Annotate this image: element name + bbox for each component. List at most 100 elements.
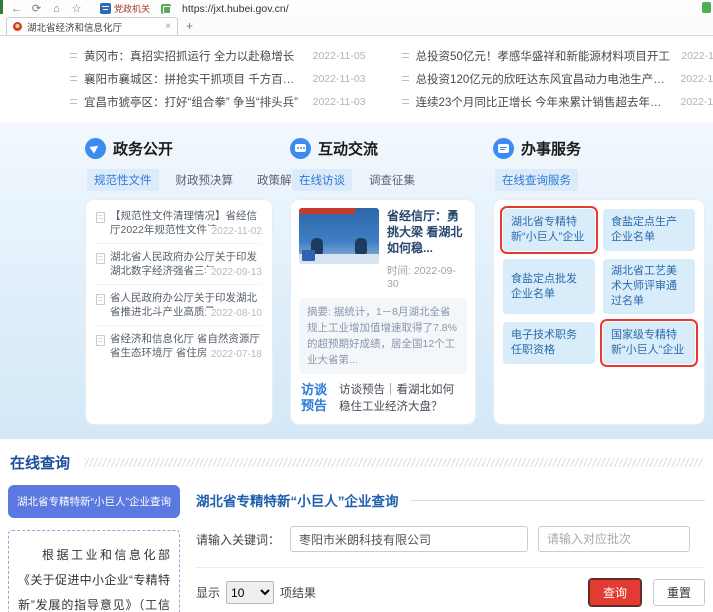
gov-badge-icon	[100, 3, 111, 14]
news-title[interactable]: 宜昌市猇亭区：打好“组合拳” 争当“排头兵”	[84, 94, 303, 110]
tab-survey-collection[interactable]: 调查征集	[362, 169, 422, 191]
gov-site-badge[interactable]: 党政机关	[100, 2, 150, 15]
section-services: 办事服务 在线查询服务 湖北省专精特新“小巨人”企业 食盐定点生产企业名单 食盐…	[493, 135, 705, 425]
list-bullet-icon	[70, 53, 77, 58]
back-icon[interactable]: ←	[10, 3, 23, 15]
document-item[interactable]: 【规范性文件清理情况】省经信厅2022年规范性文件清... 2022-11-02	[96, 203, 262, 244]
document-icon	[96, 212, 105, 223]
service-craft-master-list[interactable]: 湖北省工艺美术大师评审通过名单	[603, 259, 695, 314]
document-icon	[96, 294, 105, 305]
interview-summary: 摘要: 据统计，1－8月湖北全省规上工业增加值增速取得了7.8%的超预期好成绩，…	[299, 298, 467, 374]
length-prefix-label: 显示	[196, 584, 220, 601]
query-page-title: 湖北省专精特新“小巨人”企业查询	[196, 490, 399, 510]
service-buttons-card: 湖北省专精特新“小巨人”企业 食盐定点生产企业名单 食盐定点批发企业名单 湖北省…	[493, 199, 705, 425]
service-electronic-tech-qualification[interactable]: 电子技术职务任职资格	[503, 322, 595, 364]
url-bar[interactable]: https://jxt.hubei.gov.cn/	[182, 3, 289, 15]
tab-online-interview[interactable]: 在线访谈	[292, 169, 352, 191]
hatch-divider	[84, 458, 703, 467]
browser-tab[interactable]: 湖北省经济和信息化厅 ×	[6, 17, 178, 35]
online-query-body: 湖北省专精特新“小巨人”企业查询 根据工业和信息化部《关于促进中小企业“专精特新…	[0, 481, 713, 612]
new-tab-button[interactable]: +	[186, 19, 193, 35]
gov-disclosure-tabs: 规范性文件 财政预决算 政策解读	[87, 169, 273, 191]
tab-close-icon[interactable]: ×	[165, 21, 171, 32]
refresh-icon[interactable]: ⟳	[30, 2, 43, 15]
document-icon	[96, 253, 105, 264]
section-interaction: 互动交流 在线访谈 调查征集 省经信厅：勇挑大梁 看湖北如何稳... 时间: 2…	[290, 135, 476, 425]
news-item[interactable]: 总投资120亿元的欣旺达东风宜昌动力电池生产基地项... 2022-10-30	[402, 67, 713, 90]
news-item[interactable]: 宜昌市猇亭区：打好“组合拳” 争当“排头兵” 2022-11-03	[70, 90, 366, 113]
news-date: 2022-11-03	[681, 50, 713, 62]
services-tabs: 在线查询服务	[495, 169, 705, 191]
query-main: 湖北省专精特新“小巨人”企业查询 请输入关键词： 显示 10 项结果 查询 重置…	[196, 485, 705, 612]
channel-logo	[302, 250, 315, 261]
browser-tab-bar: 湖北省经济和信息化厅 × +	[0, 17, 713, 36]
tab-title: 湖北省经济和信息化厅	[27, 20, 160, 34]
list-bullet-icon	[70, 99, 77, 104]
tab-online-query-services[interactable]: 在线查询服务	[495, 169, 578, 191]
gov-badge-label: 党政机关	[114, 2, 150, 15]
news-item[interactable]: 总投资50亿元！孝感华盛祥和新能源材料项目开工 2022-11-03	[402, 44, 713, 67]
bookmark-star-icon[interactable]: ☆	[70, 2, 83, 15]
page-length-select[interactable]: 10	[226, 581, 274, 604]
news-item[interactable]: 黄冈市：真招实招抓运行 全力以赴稳增长 2022-11-05	[70, 44, 366, 67]
service-hubei-little-giant[interactable]: 湖北省专精特新“小巨人”企业	[503, 209, 595, 251]
reset-button[interactable]: 重置	[653, 579, 705, 606]
news-title[interactable]: 总投资50亿元！孝感华盛祥和新能源材料项目开工	[416, 48, 672, 64]
form-divider	[196, 567, 705, 568]
news-date: 2022-10-25	[680, 96, 713, 108]
site-favicon	[13, 22, 22, 31]
browser-toolbar: ← ⟳ ⌂ ☆ 党政机关 https://jxt.hubei.gov.cn/	[0, 0, 713, 17]
chat-bubble-icon	[290, 138, 311, 159]
portal-sections-panel: 政务公开 规范性文件 财政预决算 政策解读 【规范性文件清理情况】省经信厅202…	[0, 123, 713, 439]
service-card-icon	[493, 138, 514, 159]
home-icon[interactable]: ⌂	[50, 3, 63, 15]
document-list-card: 【规范性文件清理情况】省经信厅2022年规范性文件清... 2022-11-02…	[85, 199, 273, 425]
preview-badge: 访谈预告	[301, 382, 330, 416]
news-item[interactable]: 襄阳市襄城区：拼抢实干抓项目 千方百计稳增长 2022-11-03	[70, 67, 366, 90]
news-title[interactable]: 襄阳市襄城区：拼抢实干抓项目 千方百计稳增长	[84, 71, 303, 87]
search-button[interactable]: 查询	[589, 579, 641, 606]
section-title: 互动交流	[318, 138, 378, 159]
news-list: 黄冈市：真招实招抓运行 全力以赴稳增长 2022-11-05 襄阳市襄城区：拼抢…	[0, 36, 713, 123]
section-gov-disclosure: 政务公开 规范性文件 财政预决算 政策解读 【规范性文件清理情况】省经信厅202…	[85, 135, 273, 425]
paper-plane-icon	[85, 138, 106, 159]
document-item[interactable]: 省人民政府办公厅关于印发湖北省推进北斗产业高质量... 2022-08-10	[96, 285, 262, 326]
query-form: 请输入关键词：	[196, 526, 705, 552]
news-title[interactable]: 总投资120亿元的欣旺达东风宜昌动力电池生产基地项...	[416, 71, 671, 87]
service-salt-wholesale-list[interactable]: 食盐定点批发企业名单	[503, 259, 595, 314]
news-title[interactable]: 黄冈市：真招实招抓运行 全力以赴稳增长	[84, 48, 303, 64]
online-query-header: 在线查询	[0, 439, 713, 481]
preview-link[interactable]: 访谈预告｜看湖北如何稳住工业经济大盘？	[339, 382, 465, 416]
title-rule	[411, 500, 706, 501]
section-header: 互动交流	[290, 135, 476, 161]
sidebar-query-button[interactable]: 湖北省专精特新“小巨人”企业查询	[8, 485, 180, 518]
document-item[interactable]: 湖北省人民政府办公厅关于印发湖北数字经济强省三年... 2022-09-13	[96, 244, 262, 285]
list-bullet-icon	[70, 76, 77, 81]
browser-extension-icon[interactable]	[702, 2, 711, 13]
batch-input[interactable]	[538, 526, 690, 552]
site-security-icon[interactable]	[161, 4, 171, 14]
document-icon	[96, 335, 105, 346]
thumbnail-banner	[299, 208, 355, 214]
news-date: 2022-11-03	[313, 96, 366, 108]
tab-fiscal-budget[interactable]: 财政预决算	[169, 169, 241, 191]
news-date: 2022-10-30	[680, 73, 713, 85]
list-bullet-icon	[402, 76, 409, 81]
document-date: 2022-11-02	[207, 226, 262, 237]
news-date: 2022-11-03	[313, 73, 366, 85]
query-sidebar: 湖北省专精特新“小巨人”企业查询 根据工业和信息化部《关于促进中小企业“专精特新…	[8, 485, 180, 612]
keyword-input[interactable]	[290, 526, 528, 552]
news-item[interactable]: 连续23个月同比正增长 今年来累计销售超去年全年 神... 2022-10-25	[402, 90, 713, 113]
interview-title[interactable]: 省经信厅：勇挑大梁 看湖北如何稳...	[387, 208, 467, 256]
news-date: 2022-11-05	[313, 50, 366, 62]
service-salt-production-list[interactable]: 食盐定点生产企业名单	[603, 209, 695, 251]
list-bullet-icon	[402, 99, 409, 104]
tab-normative-documents[interactable]: 规范性文件	[87, 169, 159, 191]
news-title[interactable]: 连续23个月同比正增长 今年来累计销售超去年全年 神...	[416, 94, 671, 110]
document-date: 2022-08-10	[206, 308, 262, 319]
video-thumbnail[interactable]	[299, 208, 379, 264]
keyword-label: 请输入关键词：	[196, 531, 280, 548]
document-item[interactable]: 省经济和信息化厅 省自然资源厅 省生态环境厅 省住房... 2022-07-18	[96, 326, 262, 366]
service-national-little-giant[interactable]: 国家级专精特新“小巨人”企业	[603, 322, 695, 364]
browser-theme-accent-left	[0, 0, 3, 14]
